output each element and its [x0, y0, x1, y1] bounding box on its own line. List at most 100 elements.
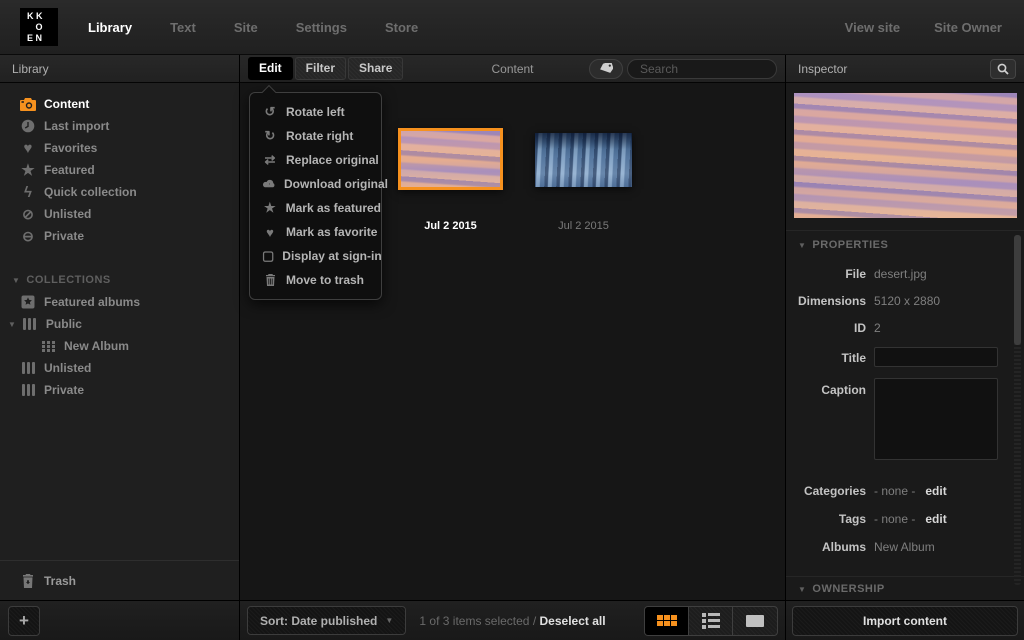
nav-site[interactable]: Site: [234, 20, 258, 35]
sidebar-item-private[interactable]: ⊖ Private: [0, 225, 239, 247]
single-view-button[interactable]: [733, 607, 777, 635]
tag-icon: [600, 63, 613, 74]
download-cloud-icon: [262, 179, 276, 189]
dimensions-label: Dimensions: [786, 294, 866, 308]
list-view-button[interactable]: [689, 607, 733, 635]
nav-store[interactable]: Store: [385, 20, 418, 35]
sidebar-item-label: Favorites: [44, 141, 97, 155]
nav-text[interactable]: Text: [170, 20, 196, 35]
title-label: Title: [786, 351, 866, 365]
sidebar-item-private-albums[interactable]: Private: [0, 379, 239, 401]
featured-album-icon: [20, 294, 36, 310]
share-tab[interactable]: Share: [348, 57, 403, 80]
inspector-panel: Inspector ▼ PROPERTIES File desert.jpg D…: [785, 55, 1024, 640]
ownership-section-header[interactable]: ▼ OWNERSHIP: [798, 583, 885, 595]
content-header: Content Edit Filter Share: [240, 55, 785, 83]
logo-letters: K K: [27, 11, 43, 21]
nav-library[interactable]: Library: [88, 20, 132, 35]
divider: [786, 576, 1024, 577]
import-content-button[interactable]: Import content: [792, 606, 1018, 636]
selection-count: 1 of 3 items selected: [419, 614, 529, 628]
site-owner-menu[interactable]: Site Owner: [934, 20, 1002, 35]
tags-value: - none - edit: [874, 512, 947, 526]
sidebar-item-last-import[interactable]: Last import: [0, 115, 239, 137]
menu-item-replace-original[interactable]: ⇄ Replace original: [250, 148, 381, 172]
albums-value[interactable]: New Album: [874, 540, 935, 554]
tags-none: - none -: [874, 512, 915, 526]
menu-item-display-at-signin[interactable]: ▢ Display at sign-in: [250, 244, 381, 268]
menu-item-rotate-right[interactable]: ↻ Rotate right: [250, 124, 381, 148]
inspector-footer: Import content: [786, 600, 1024, 640]
logo-letters: O: [20, 22, 58, 32]
sidebar-item-content[interactable]: Content: [0, 93, 239, 115]
categories-none: - none -: [874, 484, 915, 498]
koken-logo[interactable]: K K O E N: [20, 8, 58, 46]
sidebar-item-label: Unlisted: [44, 361, 91, 375]
edit-tab[interactable]: Edit: [248, 57, 293, 80]
sidebar-item-trash[interactable]: Trash: [0, 560, 239, 600]
search-icon: [997, 63, 1009, 75]
add-album-button[interactable]: +: [8, 606, 40, 636]
library-sidebar: Library Content Last import ♥: [0, 55, 240, 640]
chevron-down-icon[interactable]: ▼: [8, 320, 16, 329]
list-view-icon: [702, 613, 720, 629]
menu-item-label: Display at sign-in: [282, 249, 381, 263]
search-area: [589, 59, 777, 79]
main-area: Library Content Last import ♥: [0, 55, 1024, 640]
separator: /: [533, 614, 536, 628]
properties-section-header[interactable]: ▼ PROPERTIES: [798, 239, 888, 251]
sidebar-item-label: Content: [44, 97, 89, 111]
minus-circle-icon: ⊖: [20, 228, 36, 244]
rotate-left-icon: ↺: [262, 104, 278, 120]
sidebar-item-new-album[interactable]: New Album: [0, 335, 239, 357]
caption-label: Caption: [786, 383, 866, 397]
view-site-link[interactable]: View site: [845, 20, 900, 35]
collections-section-header[interactable]: ▼ COLLECTIONS: [0, 269, 239, 291]
content-actions: Edit Filter Share: [248, 57, 403, 80]
sidebar-item-favorites[interactable]: ♥ Favorites: [0, 137, 239, 159]
tags-edit-link[interactable]: edit: [925, 512, 946, 526]
chevron-down-icon: ▼: [798, 585, 806, 594]
sidebar-header: Library: [0, 55, 239, 83]
menu-caret: [262, 85, 276, 99]
title-input[interactable]: [874, 347, 998, 367]
slash-circle-icon: ⊘: [20, 206, 36, 222]
nav-settings[interactable]: Settings: [296, 20, 347, 35]
content-body: ↺ Rotate left ↻ Rotate right ⇄ Replace o…: [240, 83, 785, 600]
tag-filter-button[interactable]: [589, 59, 623, 79]
sidebar-item-label: Featured albums: [44, 295, 140, 309]
deselect-all-link[interactable]: Deselect all: [540, 614, 606, 628]
inspector-body: ▼ PROPERTIES File desert.jpg Dimensions …: [786, 83, 1024, 600]
collections-title: COLLECTIONS: [26, 274, 110, 286]
inspector-search-button[interactable]: [990, 59, 1016, 79]
album-icon: [20, 360, 36, 376]
menu-item-rotate-left[interactable]: ↺ Rotate left: [250, 100, 381, 124]
sort-dropdown[interactable]: Sort: Date published ▼: [247, 606, 406, 635]
menu-item-label: Move to trash: [286, 273, 364, 287]
sidebar-item-unlisted[interactable]: ⊘ Unlisted: [0, 203, 239, 225]
search-input[interactable]: [627, 59, 777, 79]
chevron-down-icon: ▼: [12, 276, 20, 285]
sidebar-item-featured-albums[interactable]: Featured albums: [0, 291, 239, 313]
categories-edit-link[interactable]: edit: [925, 484, 946, 498]
caption-textarea[interactable]: [874, 378, 998, 460]
primary-nav: Library Text Site Settings Store: [88, 20, 418, 35]
menu-item-mark-as-favorite[interactable]: ♥ Mark as favorite: [250, 220, 381, 244]
thumbnail-date: Jul 2 2015: [398, 220, 503, 232]
albums-label: Albums: [786, 540, 866, 554]
heart-icon: ♥: [20, 140, 36, 156]
inspector-scrollbar-thumb[interactable]: [1014, 235, 1021, 345]
filter-tab[interactable]: Filter: [295, 57, 346, 80]
inspector-header: Inspector: [786, 55, 1024, 83]
menu-item-mark-as-featured[interactable]: ★ Mark as featured: [250, 196, 381, 220]
menu-item-move-to-trash[interactable]: Move to trash: [250, 268, 381, 292]
sidebar-item-unlisted-albums[interactable]: Unlisted: [0, 357, 239, 379]
menu-item-download-original[interactable]: Download original: [250, 172, 381, 196]
thumbnail-desert-selected[interactable]: [398, 128, 503, 190]
sidebar-item-public[interactable]: ▼ Public: [0, 313, 239, 335]
replace-icon: ⇄: [262, 152, 278, 168]
sidebar-item-featured[interactable]: ★ Featured: [0, 159, 239, 181]
sidebar-item-quick-collection[interactable]: ϟ Quick collection: [0, 181, 239, 203]
grid-view-button[interactable]: [645, 607, 689, 635]
thumbnail-glacier[interactable]: [535, 133, 632, 187]
